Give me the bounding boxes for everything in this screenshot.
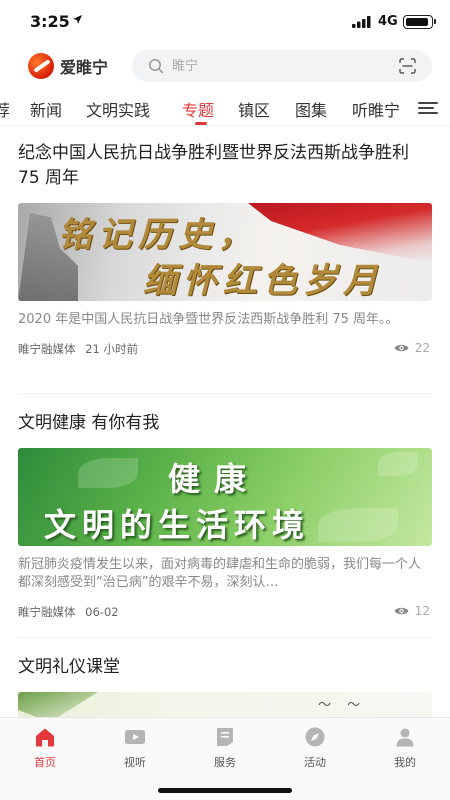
nav-service[interactable]: 服务 xyxy=(190,726,260,770)
tab-gallery[interactable]: 图集 xyxy=(295,97,327,121)
scan-icon[interactable] xyxy=(399,58,416,74)
app-logo[interactable]: 爱睢宁 xyxy=(28,53,108,79)
divider xyxy=(18,637,432,638)
article-card[interactable]: 文明礼仪课堂 〜 〜 xyxy=(18,655,432,717)
nav-label: 服务 xyxy=(214,756,236,769)
image-caption-line: 缅怀红色岁月 xyxy=(143,261,383,301)
article-title: 文明礼仪课堂 xyxy=(18,657,120,677)
nav-activity[interactable]: 活动 xyxy=(280,726,350,770)
search-bar[interactable] xyxy=(132,50,432,82)
app-header: 爱睢宁 xyxy=(0,44,450,90)
video-play-icon xyxy=(125,730,145,744)
article-meta: 睢宁融媒体 21 小时前 22 xyxy=(18,341,432,357)
article-image: 〜 〜 xyxy=(18,692,432,717)
article-time: 21 小时前 xyxy=(85,342,138,356)
image-caption-line: 铭记历史， xyxy=(58,215,258,255)
search-icon xyxy=(149,59,164,74)
tab-news[interactable]: 新闻 xyxy=(30,97,62,121)
nav-video[interactable]: 视听 xyxy=(100,726,170,770)
network-type: 4G xyxy=(378,14,398,29)
article-title: 纪念中国人民抗日战争胜利暨世界反法西斯战争胜利 75 周年 xyxy=(18,143,409,188)
eye-icon xyxy=(394,344,409,352)
tab-civilization-practice[interactable]: 文明实践 xyxy=(86,97,150,121)
location-arrow-icon xyxy=(73,15,82,24)
article-card[interactable]: 文明健康 有你有我 健康 文明的生活环境 新冠肺炎疫情发生以来，面对病毒的肆虐和… xyxy=(18,411,432,620)
article-time: 06-02 xyxy=(85,605,119,619)
article-description: 新冠肺炎疫情发生以来，面对病毒的肆虐和生命的脆弱，我们每一个人都深刻感受到“治已… xyxy=(18,557,422,590)
view-count: 12 xyxy=(394,604,430,618)
user-icon xyxy=(396,728,414,747)
active-tab-indicator xyxy=(195,122,207,125)
nav-label: 首页 xyxy=(34,756,56,769)
logo-mark-icon xyxy=(28,53,54,79)
battery-icon xyxy=(403,15,436,29)
logo-text: 爱睢宁 xyxy=(60,58,109,77)
article-feed: 纪念中国人民抗日战争胜利暨世界反法西斯战争胜利 75 周年 铭记历史， 缅怀红色… xyxy=(0,127,450,717)
eye-icon xyxy=(394,607,409,615)
nav-home[interactable]: 首页 xyxy=(10,726,80,770)
article-source: 睢宁融媒体 xyxy=(18,342,76,356)
nav-profile[interactable]: 我的 xyxy=(370,726,440,770)
divider xyxy=(18,393,432,394)
view-count-value: 12 xyxy=(414,604,430,618)
category-tabs: 荐 新闻 文明实践 专题 镇区 图集 听睢宁 xyxy=(0,90,450,126)
compass-icon xyxy=(305,727,325,747)
view-count-value: 22 xyxy=(414,341,430,355)
service-icon xyxy=(217,728,233,746)
search-input[interactable] xyxy=(172,50,382,82)
cellular-signal-icon xyxy=(352,16,371,28)
tabs-menu-icon[interactable] xyxy=(414,90,450,125)
article-source: 睢宁融媒体 xyxy=(18,605,76,619)
tab-listen-suining[interactable]: 听睢宁 xyxy=(352,97,400,121)
article-image: 健康 文明的生活环境 xyxy=(18,448,432,546)
article-card[interactable]: 纪念中国人民抗日战争胜利暨世界反法西斯战争胜利 75 周年 铭记历史， 缅怀红色… xyxy=(18,141,432,357)
article-image: 铭记历史， 缅怀红色岁月 xyxy=(18,203,432,301)
home-icon xyxy=(36,728,54,747)
article-description: 2020 年是中国人民抗日战争暨世界反法西斯战争胜利 75 周年。。 xyxy=(18,312,399,327)
image-caption-line: 健康 xyxy=(168,460,261,498)
tab-topics[interactable]: 专题 xyxy=(182,97,214,121)
tab-towns[interactable]: 镇区 xyxy=(238,97,270,121)
tab-recommend[interactable]: 荐 xyxy=(0,97,10,121)
status-bar: 3:25 4G xyxy=(0,0,450,44)
image-caption-line: 文明的生活环境 xyxy=(44,506,311,544)
nav-label: 活动 xyxy=(304,756,326,769)
home-indicator xyxy=(158,788,292,793)
status-time: 3:25 xyxy=(30,12,70,31)
view-count: 22 xyxy=(394,341,430,355)
nav-label: 视听 xyxy=(124,756,146,769)
article-meta: 睢宁融媒体 06-02 12 xyxy=(18,604,432,620)
article-title: 文明健康 有你有我 xyxy=(18,413,160,433)
nav-label: 我的 xyxy=(394,756,416,769)
